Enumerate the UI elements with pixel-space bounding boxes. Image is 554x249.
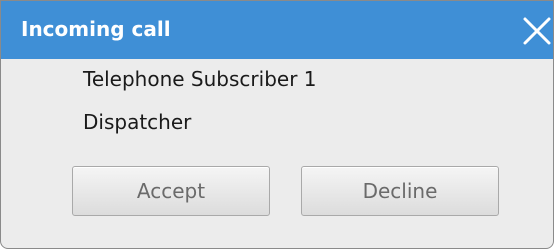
dialog-titlebar: Incoming call <box>1 1 553 59</box>
close-button[interactable] <box>521 15 553 47</box>
accept-button[interactable]: Accept <box>72 166 270 216</box>
caller-role: Dispatcher <box>83 110 192 134</box>
close-icon <box>523 17 551 45</box>
caller-name: Telephone Subscriber 1 <box>83 67 317 91</box>
decline-button[interactable]: Decline <box>301 166 499 216</box>
dialog-title: Incoming call <box>21 17 171 41</box>
incoming-call-dialog: Incoming call Telephone Subscriber 1 Dis… <box>0 0 554 249</box>
